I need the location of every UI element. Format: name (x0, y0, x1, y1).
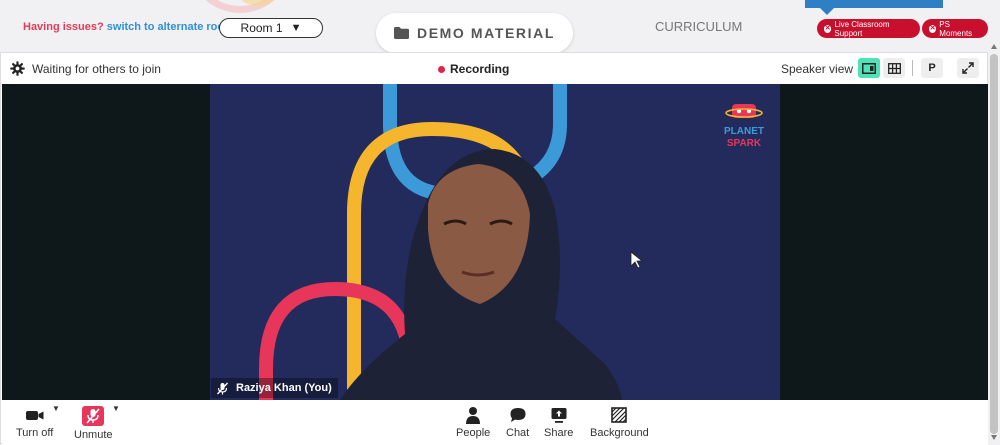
planet-spark-logo: PLANET SPARK (724, 104, 764, 149)
share-button[interactable]: Share (544, 406, 573, 439)
video-toggle-button[interactable]: Turn off (16, 406, 53, 439)
live-support-button[interactable]: ✕ Live Classroom Support (817, 19, 920, 38)
switch-room-link[interactable]: switch to alternate room (107, 21, 234, 33)
video-stage: PLANET SPARK Raziya Khan (You) (2, 84, 988, 400)
scroll-up-icon[interactable] (991, 44, 997, 49)
room-select[interactable]: Room 1 ▼ (219, 18, 323, 38)
speaker-layout-icon (862, 62, 876, 74)
banner-notch (820, 8, 834, 15)
meeting-frame: Waiting for others to join Recording Spe… (0, 52, 988, 445)
people-button[interactable]: People (456, 406, 490, 439)
mic-muted-icon (217, 382, 228, 394)
expand-icon (962, 62, 974, 74)
live-support-label: Live Classroom Support (834, 19, 890, 38)
meeting-status: Waiting for others to join (32, 62, 161, 76)
background-icon (611, 407, 628, 423)
participant-video[interactable]: PLANET SPARK (210, 84, 780, 400)
scroll-down-icon[interactable] (991, 435, 997, 440)
classroom-banner-tab (805, 0, 943, 8)
top-bar: Having issues? switch to alternate room … (0, 0, 1000, 53)
speaker-view-button[interactable] (858, 58, 880, 78)
participant-name-tag: Raziya Khan (You) (211, 378, 338, 398)
chat-label: Chat (506, 427, 530, 439)
p-button[interactable]: P (921, 58, 943, 78)
people-label: People (456, 427, 491, 439)
chevron-down-icon[interactable]: ▼ (52, 404, 60, 413)
mic-muted-icon (82, 406, 105, 426)
person-icon (466, 407, 481, 424)
video-camera-icon (25, 411, 44, 420)
issues-question: Having issues? (23, 21, 104, 33)
background-button[interactable]: Background (590, 406, 649, 439)
grid-layout-icon (887, 62, 901, 74)
fullscreen-button[interactable] (957, 58, 979, 78)
logo-word-planet: PLANET (724, 126, 764, 137)
support-icon: ✕ (824, 24, 832, 33)
demo-material-button[interactable]: DEMO MATERIAL (376, 13, 573, 53)
alternate-room-prompt: Having issues? switch to alternate room (23, 21, 234, 33)
curriculum-tab[interactable]: CURRICULUM (655, 19, 742, 34)
ps-moments-button[interactable]: ✕ PS Moments (922, 19, 988, 38)
decorative-arc (188, 0, 292, 13)
logo-word-spark: SPARK (727, 138, 762, 149)
recording-dot-icon (438, 65, 445, 73)
chat-bubble-icon (510, 408, 526, 422)
background-label: Background (590, 427, 649, 439)
chat-button[interactable]: Chat (506, 406, 529, 439)
meeting-toolbar: Waiting for others to join Recording Spe… (1, 53, 987, 85)
moments-icon: ✕ (929, 24, 937, 33)
room-select-value: Room 1 (240, 21, 283, 35)
participant-name: Raziya Khan (You) (236, 382, 332, 394)
virtual-background (259, 84, 644, 400)
share-label: Share (544, 427, 574, 439)
chevron-down-icon: ▼ (290, 22, 302, 34)
grid-view-button[interactable] (883, 58, 905, 78)
scrollbar-thumb[interactable] (990, 54, 998, 434)
audio-toggle-label: Unmute (74, 429, 113, 441)
demo-material-label: DEMO MATERIAL (417, 25, 555, 41)
chevron-down-icon[interactable]: ▼ (112, 404, 120, 413)
recording-label: Recording (450, 62, 510, 76)
view-mode-label: Speaker view (781, 62, 854, 76)
toolbar-divider (912, 60, 913, 76)
video-toggle-label: Turn off (16, 427, 54, 439)
page-scrollbar[interactable] (988, 40, 1000, 444)
share-screen-icon (551, 408, 567, 423)
ps-moments-label: PS Moments (939, 19, 973, 38)
meeting-controls: Turn off ▼ Unmute ▼ People Chat Share Ba… (2, 400, 988, 445)
folder-icon (394, 27, 409, 39)
recording-indicator: Recording (438, 62, 509, 76)
gear-icon[interactable] (10, 61, 25, 76)
audio-toggle-button[interactable]: Unmute (74, 406, 113, 441)
